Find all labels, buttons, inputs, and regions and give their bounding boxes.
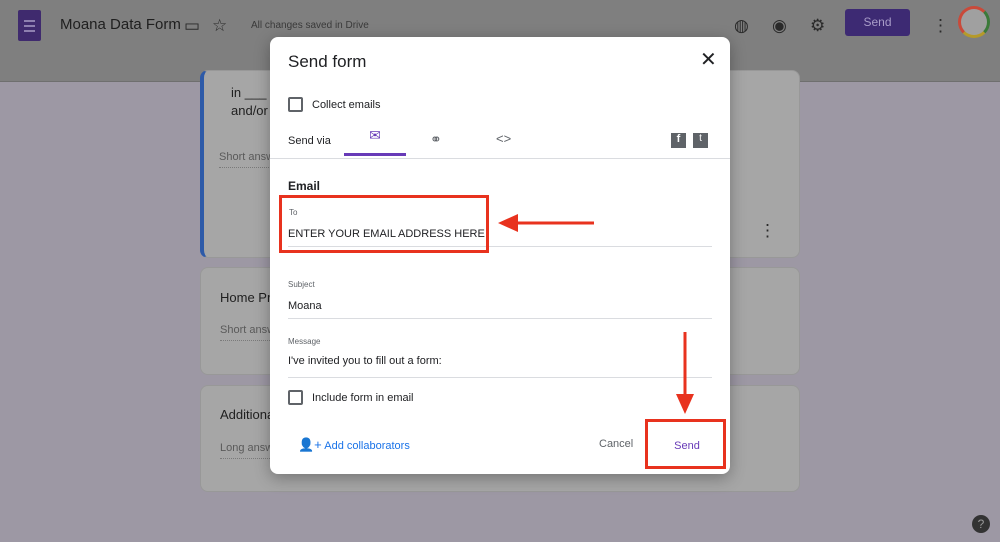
arrow-send-button <box>676 332 694 414</box>
arrow-to-field <box>498 214 594 232</box>
annotation-arrows <box>498 214 694 414</box>
